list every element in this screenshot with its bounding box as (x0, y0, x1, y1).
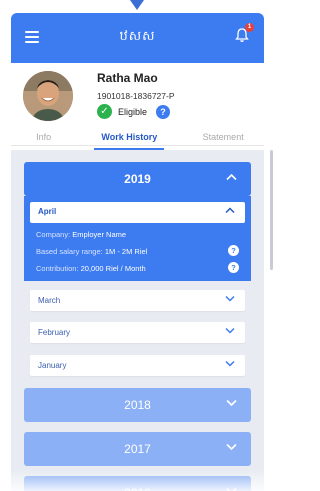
year-2019-panel: April Company: Employer Name Based salar… (24, 196, 251, 281)
salary-label: Based salary range: (36, 247, 103, 256)
scroll-fade (11, 470, 264, 491)
profile-id-number: 1901018-1836727-P (97, 91, 175, 101)
app-header: ឋសស 1 (11, 13, 264, 63)
contribution-label: Contribution: (36, 264, 79, 273)
question-circle-icon[interactable]: ? (156, 104, 171, 119)
company-value: Employer Name (72, 230, 127, 239)
chevron-down-icon (225, 326, 235, 336)
header-title: ឋសស (119, 28, 156, 43)
year-label: 2018 (124, 398, 151, 412)
year-header-2019[interactable]: 2019 (24, 162, 251, 196)
chevron-down-icon (225, 294, 235, 304)
month-row-march[interactable]: March (30, 290, 245, 311)
month-label: April (38, 207, 57, 216)
tab-statement[interactable]: Statement (182, 128, 264, 150)
tab-work-history[interactable]: Work History (76, 128, 182, 150)
month-header-april[interactable]: April (30, 202, 245, 223)
company-label: Company: (36, 230, 71, 239)
check-circle-icon: ✓ (97, 104, 112, 119)
month-label: January (38, 361, 67, 370)
detail-company: Company: Employer Name (36, 230, 126, 239)
month-row-january[interactable]: January (30, 355, 245, 376)
chevron-down-icon (226, 398, 237, 410)
work-history-list: 2019 April Company: Employer Name Based … (11, 150, 264, 491)
chevron-down-icon (226, 442, 237, 454)
profile-name: Ratha Mao (97, 71, 158, 85)
month-row-february[interactable]: February (30, 322, 245, 343)
eligibility-status: ✓ Eligible ? (97, 104, 171, 119)
profile-tabs: Info Work History Statement (11, 128, 264, 150)
notification-badge: 1 (245, 23, 254, 32)
chevron-up-icon (226, 172, 237, 184)
detail-contribution: Contribution: 20,000 Riel / Month (36, 264, 146, 273)
top-pointer (130, 0, 144, 10)
year-label: 2019 (124, 172, 151, 186)
chevron-down-icon (225, 359, 235, 369)
year-label: 2017 (124, 442, 151, 456)
salary-value: 1M - 2M Riel (104, 247, 148, 256)
chevron-up-icon (225, 206, 235, 216)
bell-icon[interactable]: 1 (234, 23, 254, 45)
month-label: March (38, 296, 61, 305)
scrollbar[interactable] (270, 150, 273, 270)
status-label: Eligible (118, 106, 148, 117)
year-header-2017[interactable]: 2017 (24, 432, 251, 466)
year-header-2018[interactable]: 2018 (24, 388, 251, 422)
question-circle-icon[interactable]: ? (228, 262, 239, 273)
tab-info[interactable]: Info (11, 128, 76, 150)
detail-salary: Based salary range: 1M - 2M Riel (36, 247, 147, 256)
month-label: February (38, 328, 71, 337)
contribution-value: 20,000 Riel / Month (80, 264, 146, 273)
avatar (23, 71, 73, 121)
question-circle-icon[interactable]: ? (228, 245, 239, 256)
